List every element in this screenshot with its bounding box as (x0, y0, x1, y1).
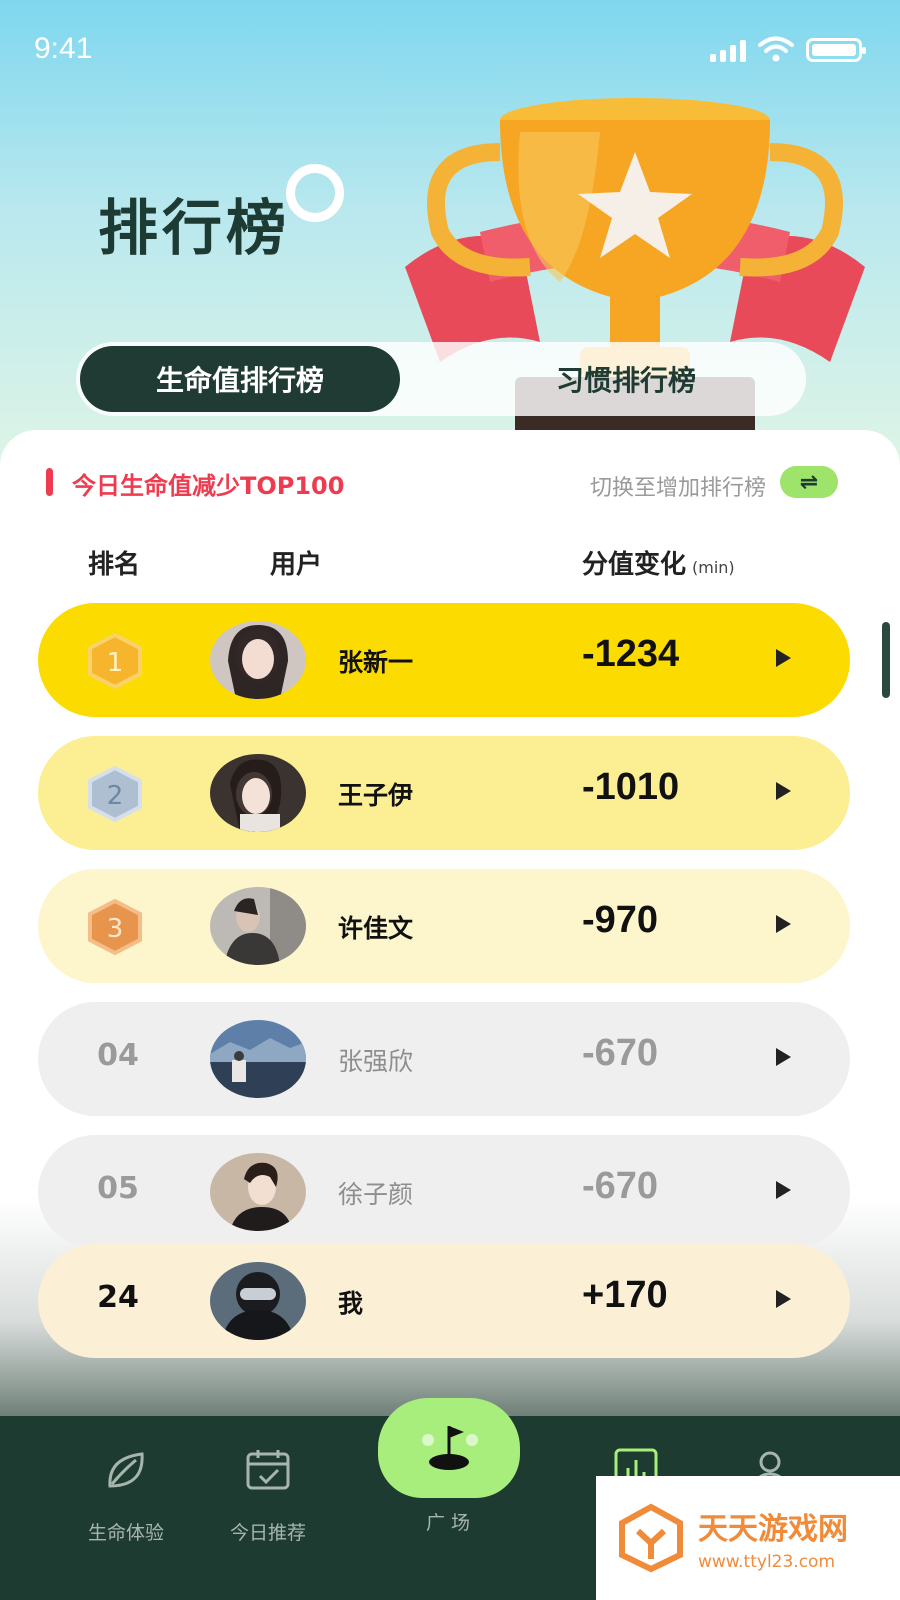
user-name: 徐子颜 (338, 1180, 414, 1209)
avatar[interactable] (210, 1020, 306, 1098)
score-change: -1234 (582, 633, 680, 675)
nav-label: 生命体验 (87, 1522, 164, 1544)
column-user-header: 用户 (270, 550, 323, 580)
my-ranking-row[interactable]: 24 我 +170 (38, 1244, 850, 1358)
play-arrow-icon[interactable] (776, 1290, 791, 1308)
nav-item-today-recommend[interactable]: 今日推荐 (208, 1446, 328, 1545)
rank-number: 1 (107, 648, 124, 678)
section-title: 今日生命值减少TOP100 (72, 472, 345, 500)
status-time: 9:41 (34, 32, 93, 65)
bronze-medal-icon: 3 (86, 898, 144, 956)
status-bar: 9:41 (0, 0, 900, 100)
watermark-logo-icon (619, 1503, 683, 1573)
play-arrow-icon[interactable] (776, 1048, 791, 1066)
play-arrow-icon[interactable] (776, 649, 791, 667)
user-name: 王子伊 (338, 781, 414, 810)
column-score-label: 分值变化 (582, 550, 687, 580)
golf-flag-icon (422, 1426, 478, 1470)
ranking-row[interactable]: 05 徐子颜 -670 (38, 1135, 850, 1249)
ranking-row[interactable]: 3 许佳文 -970 (38, 869, 850, 983)
user-name: 许佳文 (338, 914, 414, 943)
rank-number: 3 (107, 914, 124, 944)
column-score-unit: (min) (692, 558, 735, 577)
switch-ranking-link[interactable]: 切换至增加排行榜 (590, 470, 766, 502)
score-change: -970 (582, 899, 659, 941)
rank-number: 05 (97, 1171, 139, 1206)
section-header: 今日生命值减少TOP100 切换至增加排行榜 ⇌ (0, 460, 900, 506)
ranking-row[interactable]: 2 王子伊 -1010 (38, 736, 850, 850)
ranking-row[interactable]: 1 张新一 -1234 (38, 603, 850, 717)
column-score-header: 分值变化 (min) (582, 544, 735, 581)
nav-label: 今日推荐 (229, 1522, 306, 1544)
avatar[interactable] (210, 754, 306, 832)
nav-item-plaza[interactable] (378, 1398, 520, 1498)
swap-icon[interactable]: ⇌ (780, 466, 838, 498)
avatar[interactable] (210, 1153, 306, 1231)
silver-medal-icon: 2 (86, 765, 144, 823)
play-arrow-icon[interactable] (776, 782, 791, 800)
decorative-ring (286, 164, 344, 222)
avatar[interactable] (210, 887, 306, 965)
user-name: 张新一 (338, 648, 414, 677)
section-marker (46, 468, 53, 496)
scrollbar[interactable] (882, 622, 890, 698)
column-rank-header: 排名 (88, 550, 141, 580)
play-arrow-icon[interactable] (776, 1181, 791, 1199)
tab-habit-ranking[interactable]: 习惯排行榜 (456, 346, 796, 412)
battery-icon (806, 38, 866, 62)
gold-medal-icon: 1 (86, 632, 144, 690)
watermark: 天天游戏网 www.ttyl23.com (596, 1476, 900, 1600)
watermark-sub: www.ttyl23.com (698, 1552, 836, 1572)
ranking-row[interactable]: 04 张强欣 -670 (38, 1002, 850, 1116)
ranking-tabs: 生命值排行榜 习惯排行榜 (76, 342, 806, 416)
wifi-icon (758, 36, 794, 62)
status-icons (710, 36, 866, 62)
score-change: +170 (582, 1274, 668, 1316)
score-change: -1010 (582, 766, 680, 808)
watermark-text: 天天游戏网 www.ttyl23.com (698, 1504, 848, 1572)
tab-life-value-ranking[interactable]: 生命值排行榜 (80, 346, 400, 412)
avatar[interactable] (210, 1262, 306, 1340)
user-name: 张强欣 (338, 1047, 414, 1076)
page-title: 排行榜 (98, 194, 290, 264)
rank-number: 24 (97, 1280, 139, 1315)
rank-number: 04 (97, 1038, 139, 1073)
nav-item-life-experience[interactable]: 生命体验 (66, 1446, 186, 1545)
calendar-check-icon (246, 1450, 290, 1490)
score-change: -670 (582, 1165, 659, 1207)
score-change: -670 (582, 1032, 659, 1074)
signal-icon (710, 40, 746, 62)
rank-number: 2 (107, 781, 124, 811)
avatar[interactable] (210, 621, 306, 699)
watermark-main: 天天游戏网 (698, 1512, 848, 1547)
leaf-icon (108, 1452, 144, 1488)
user-name: 我 (338, 1289, 364, 1318)
play-arrow-icon[interactable] (776, 915, 791, 933)
nav-label: 广 场 (425, 1512, 471, 1534)
